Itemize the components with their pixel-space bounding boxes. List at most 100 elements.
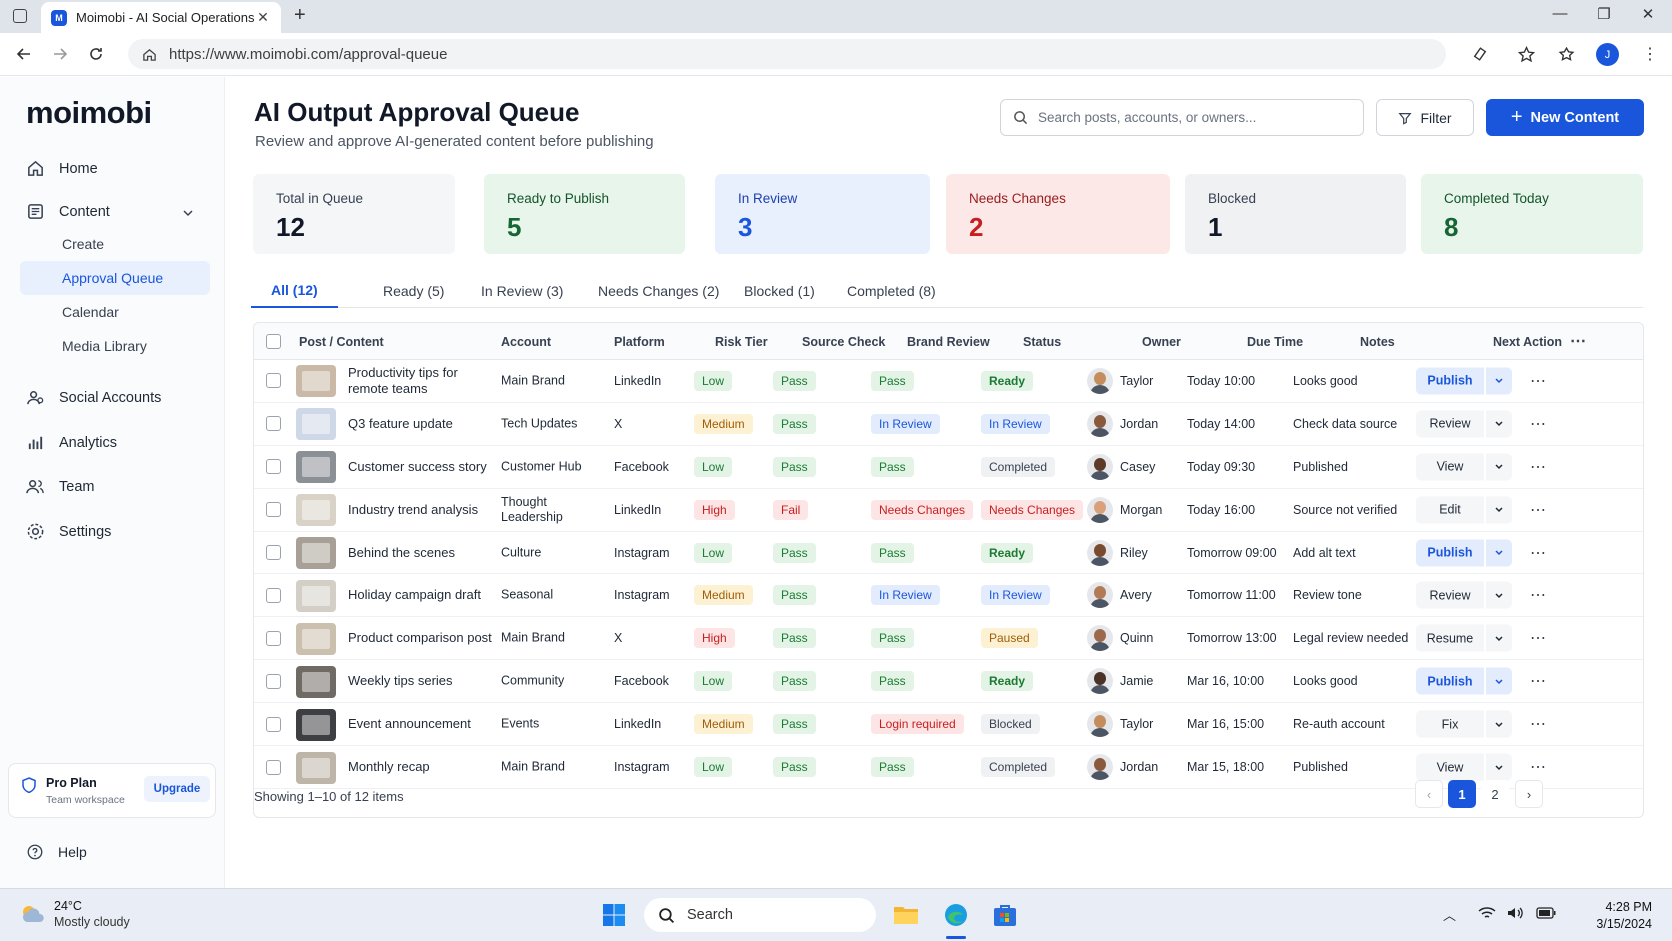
row-more-options-icon[interactable]: ⋯	[1530, 585, 1547, 605]
prev-page-icon[interactable]: ‹	[1415, 780, 1443, 808]
taskbar-search[interactable]: Search	[644, 898, 876, 932]
row-more-options-icon[interactable]: ⋯	[1530, 457, 1547, 477]
column-header-platform[interactable]: Platform	[614, 335, 665, 349]
row-checkbox[interactable]	[266, 716, 281, 732]
page-1-button[interactable]: 1	[1448, 780, 1476, 808]
column-options-icon[interactable]: ⋯	[1570, 331, 1586, 351]
post-thumbnail[interactable]	[296, 708, 336, 741]
post-title[interactable]: Holiday campaign draft	[348, 587, 498, 603]
sidebar-item-home[interactable]: Home	[26, 159, 98, 178]
stat-card-blocked[interactable]: Blocked 1	[1185, 174, 1406, 254]
select-all-checkbox[interactable]	[266, 334, 281, 349]
row-more-options-icon[interactable]: ⋯	[1530, 757, 1547, 777]
row-checkbox[interactable]	[266, 673, 281, 689]
chevron-down-icon[interactable]	[1486, 667, 1512, 695]
post-thumbnail[interactable]	[296, 365, 336, 398]
sidebar-subitem-create[interactable]: Create	[20, 227, 210, 261]
post-title[interactable]: Product comparison post	[348, 630, 498, 646]
extensions-icon[interactable]	[1470, 44, 1490, 64]
post-title[interactable]: Q3 feature update	[348, 416, 498, 432]
close-tab-icon[interactable]: ✕	[255, 9, 271, 26]
tab-needs-changes[interactable]: Needs Changes (2)	[578, 274, 739, 308]
row-more-options-icon[interactable]: ⋯	[1530, 414, 1547, 434]
row-more-options-icon[interactable]: ⋯	[1530, 671, 1547, 691]
row-more-options-icon[interactable]: ⋯	[1530, 628, 1547, 648]
search-input[interactable]	[1038, 110, 1338, 125]
sidebar-item-content[interactable]: Content	[26, 202, 110, 221]
tab-completed[interactable]: Completed (8)	[827, 274, 956, 308]
filter-button[interactable]: Filter	[1376, 99, 1474, 136]
file-explorer-icon[interactable]	[891, 900, 921, 930]
table-row[interactable]: Productivity tips for remote teams Main B…	[254, 360, 1643, 403]
next-action-button[interactable]: Edit	[1416, 496, 1512, 524]
column-header-brand[interactable]: Brand Review	[907, 335, 990, 349]
table-row[interactable]: Customer success story Customer Hub Facebo…	[254, 446, 1643, 489]
next-action-button[interactable]: View	[1416, 753, 1512, 781]
chevron-down-icon[interactable]	[1486, 453, 1512, 481]
row-checkbox[interactable]	[266, 630, 281, 646]
column-header-next-action[interactable]: Next Action	[1493, 335, 1562, 349]
next-action-button[interactable]: Resume	[1416, 624, 1512, 652]
new-tab-icon[interactable]: +	[294, 4, 306, 27]
tab-actions-icon[interactable]	[13, 9, 27, 23]
row-more-options-icon[interactable]: ⋯	[1530, 714, 1547, 734]
tab-ready[interactable]: Ready (5)	[363, 274, 464, 308]
chevron-up-icon[interactable]: ︿	[1443, 905, 1456, 924]
tab-all[interactable]: All (12)	[251, 274, 338, 308]
next-action-button[interactable]: Publish	[1416, 667, 1512, 695]
post-thumbnail[interactable]	[296, 751, 336, 784]
row-checkbox[interactable]	[266, 759, 281, 775]
stat-card-needs-changes[interactable]: Needs Changes 2	[946, 174, 1170, 254]
column-header-source[interactable]: Source Check	[802, 335, 885, 349]
sidebar-item-social-accounts[interactable]: Social Accounts	[26, 388, 161, 407]
minimize-icon[interactable]: —	[1548, 5, 1572, 22]
table-row[interactable]: Holiday campaign draft Seasonal Instagram M…	[254, 575, 1643, 618]
tab-blocked[interactable]: Blocked (1)	[724, 274, 835, 308]
table-row[interactable]: Event announcement Events LinkedIn Medium Pa…	[254, 703, 1643, 747]
chevron-down-icon[interactable]	[1486, 367, 1512, 395]
next-action-button[interactable]: Review	[1416, 581, 1512, 609]
sidebar-item-settings[interactable]: Settings	[26, 522, 111, 541]
post-title[interactable]: Monthly recap	[348, 759, 498, 775]
post-thumbnail[interactable]	[296, 451, 336, 484]
row-more-options-icon[interactable]: ⋯	[1530, 500, 1547, 520]
next-action-button[interactable]: Review	[1416, 410, 1512, 438]
sidebar-item-team[interactable]: Team	[26, 477, 94, 496]
table-row[interactable]: Behind the scenes Culture Instagram Low Pass…	[254, 532, 1643, 575]
table-row[interactable]: Industry trend analysis Thought Leadershi…	[254, 489, 1643, 532]
next-action-button[interactable]: View	[1416, 453, 1512, 481]
column-header-risk[interactable]: Risk Tier	[715, 335, 768, 349]
next-action-button[interactable]: Publish	[1416, 367, 1512, 395]
table-row[interactable]: Product comparison post Main Brand X High Pa…	[254, 617, 1643, 661]
next-page-icon[interactable]: ›	[1515, 780, 1543, 808]
sidebar-item-analytics[interactable]: Analytics	[26, 433, 117, 452]
post-thumbnail[interactable]	[296, 665, 336, 698]
sidebar-subitem-media-library[interactable]: Media Library	[20, 329, 210, 363]
search-field[interactable]	[1000, 99, 1364, 136]
post-thumbnail[interactable]	[296, 494, 336, 527]
column-header-owner[interactable]: Owner	[1142, 335, 1181, 349]
volume-icon[interactable]	[1506, 905, 1524, 924]
chevron-down-icon[interactable]	[1486, 581, 1512, 609]
new-content-button[interactable]: + New Content	[1486, 99, 1644, 136]
table-row[interactable]: Weekly tips series Community Facebook Low Pa…	[254, 660, 1643, 704]
chevron-down-icon[interactable]	[1486, 410, 1512, 438]
post-thumbnail[interactable]	[296, 579, 336, 612]
next-action-label[interactable]: Edit	[1416, 496, 1484, 524]
battery-icon[interactable]	[1536, 907, 1556, 922]
post-title[interactable]: Industry trend analysis	[348, 502, 498, 518]
stat-card-in-review[interactable]: In Review 3	[715, 174, 930, 254]
sidebar-subitem-approval-queue[interactable]: Approval Queue	[20, 261, 210, 295]
next-action-label[interactable]: Fix	[1416, 710, 1484, 738]
chevron-down-icon[interactable]	[1486, 496, 1512, 524]
weather-widget[interactable]: 24°C Mostly cloudy	[18, 898, 130, 930]
system-clock[interactable]: 4:28 PM 3/15/2024	[1580, 899, 1652, 933]
row-checkbox[interactable]	[266, 416, 281, 432]
post-title[interactable]: Productivity tips for remote teams	[348, 365, 498, 397]
collections-icon[interactable]	[1556, 44, 1576, 64]
stat-card-ready[interactable]: Ready to Publish 5	[484, 174, 685, 254]
chevron-down-icon[interactable]	[1486, 539, 1512, 567]
page-2-button[interactable]: 2	[1481, 780, 1509, 808]
back-icon[interactable]	[14, 44, 34, 64]
browser-tab[interactable]: M Moimobi - AI Social Operations ✕	[41, 2, 281, 33]
